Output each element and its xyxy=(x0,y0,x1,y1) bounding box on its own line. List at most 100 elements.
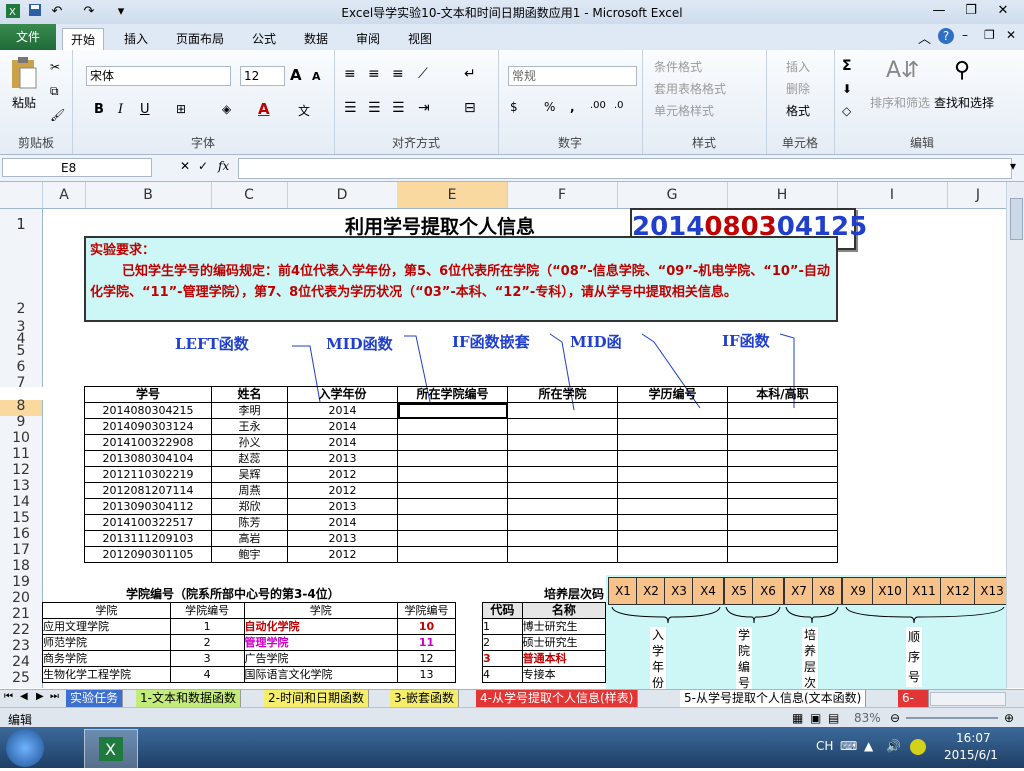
cell[interactable] xyxy=(397,466,508,483)
comma-button[interactable]: , xyxy=(570,100,575,114)
prev-sheet-icon[interactable]: ◀ xyxy=(20,691,28,702)
fill-icon[interactable]: ⬇ xyxy=(842,82,852,96)
binoculars-icon[interactable]: ⚲ xyxy=(954,58,970,83)
minimize-ribbon-icon[interactable]: ︿ xyxy=(918,28,931,47)
cell[interactable] xyxy=(397,498,508,515)
cell[interactable] xyxy=(617,530,728,547)
volume-icon[interactable]: 🔊 xyxy=(886,739,901,753)
percent-button[interactable]: % xyxy=(544,100,555,114)
cell-year[interactable]: 2012 xyxy=(287,546,398,563)
column-header[interactable]: B xyxy=(85,182,212,208)
column-header[interactable]: A xyxy=(43,182,86,208)
find-select-button[interactable]: 查找和选择 xyxy=(934,94,994,111)
font-color-button[interactable]: A xyxy=(258,100,270,118)
cell-year[interactable]: 2012 xyxy=(287,482,398,499)
bold-button[interactable]: B xyxy=(94,102,104,117)
cell[interactable] xyxy=(617,514,728,531)
column-header[interactable]: C xyxy=(211,182,288,208)
formula-input[interactable] xyxy=(238,158,1012,179)
font-name-select[interactable]: 宋体 xyxy=(86,66,231,86)
help-icon[interactable]: ? xyxy=(938,28,954,44)
cell-year[interactable]: 2014 xyxy=(287,402,398,419)
cell-year[interactable]: 2013 xyxy=(287,450,398,467)
number-format-select[interactable]: 常规 xyxy=(508,66,637,86)
row-header[interactable]: 1 xyxy=(0,209,43,239)
borders-icon[interactable]: ⊞ xyxy=(176,102,186,116)
cell-name[interactable]: 李明 xyxy=(211,402,288,419)
sheet-tab[interactable]: 3-嵌套函数 xyxy=(390,690,459,707)
cell-student-id[interactable]: 2013111209103 xyxy=(84,530,212,547)
align-middle-icon[interactable]: ≡ xyxy=(368,66,380,82)
cell-year[interactable]: 2012 xyxy=(287,466,398,483)
clock-time[interactable]: 16:07 xyxy=(956,731,991,745)
normal-view-icon[interactable]: ▦ xyxy=(792,711,803,725)
tab-home[interactable]: 开始 xyxy=(62,28,105,51)
cell[interactable] xyxy=(397,530,508,547)
workbook-minimize-icon[interactable]: – xyxy=(962,28,968,42)
cell[interactable] xyxy=(727,498,838,515)
column-header-selected[interactable]: E xyxy=(397,182,508,208)
close-button[interactable]: ✕ xyxy=(990,2,1016,20)
tray-expand-icon[interactable]: ▲ xyxy=(864,739,873,753)
cell-name[interactable]: 吴辉 xyxy=(211,466,288,483)
insert-cells-button[interactable]: 插入 xyxy=(786,58,810,75)
font-size-select[interactable]: 12 xyxy=(240,66,285,86)
delete-cells-button[interactable]: 删除 xyxy=(786,80,810,97)
cell[interactable] xyxy=(617,418,728,435)
merge-center-icon[interactable]: ⊟ xyxy=(464,100,476,116)
autosum-button[interactable]: Σ xyxy=(842,58,852,74)
decrease-decimal-icon[interactable]: .0 xyxy=(614,100,624,111)
cell[interactable] xyxy=(507,402,618,419)
first-sheet-icon[interactable]: ⏮ xyxy=(4,691,13,702)
cell[interactable] xyxy=(397,514,508,531)
align-center-icon[interactable]: ☰ xyxy=(368,100,381,116)
minimize-button[interactable]: — xyxy=(926,2,952,20)
cell-student-id[interactable]: 2013080304104 xyxy=(84,450,212,467)
page-break-view-icon[interactable]: ▤ xyxy=(828,711,839,725)
format-cells-button[interactable]: 格式 xyxy=(786,102,810,119)
clear-icon[interactable]: ◇ xyxy=(842,104,851,118)
start-button[interactable] xyxy=(6,729,44,767)
cell[interactable] xyxy=(727,466,838,483)
cell[interactable] xyxy=(397,482,508,499)
select-all-corner[interactable] xyxy=(0,182,43,208)
column-header[interactable]: G xyxy=(617,182,728,208)
wrap-text-icon[interactable]: ↵ xyxy=(464,66,476,82)
column-header[interactable]: J xyxy=(947,182,1010,208)
cell[interactable] xyxy=(617,498,728,515)
paste-button[interactable]: 粘贴 xyxy=(12,94,36,111)
row-header[interactable]: 25 xyxy=(0,671,43,688)
tab-data[interactable]: 数据 xyxy=(296,28,336,50)
name-box[interactable]: E8 xyxy=(2,158,152,177)
sort-filter-icon[interactable]: A⇵ xyxy=(886,58,919,83)
cell[interactable] xyxy=(507,482,618,499)
cell[interactable] xyxy=(727,450,838,467)
cell-name[interactable]: 王永 xyxy=(211,418,288,435)
cell[interactable] xyxy=(507,546,618,563)
cell[interactable] xyxy=(617,450,728,467)
cell[interactable] xyxy=(397,418,508,435)
cell-name[interactable]: 陈芳 xyxy=(211,514,288,531)
cell[interactable] xyxy=(507,450,618,467)
cell-name[interactable]: 赵蕊 xyxy=(211,450,288,467)
cell[interactable] xyxy=(617,402,728,419)
cell-name[interactable]: 郑欣 xyxy=(211,498,288,515)
italic-button[interactable]: I xyxy=(118,102,123,117)
align-bottom-icon[interactable]: ≡ xyxy=(392,66,404,82)
cell[interactable] xyxy=(617,546,728,563)
sheet-tab[interactable]: 2-时间和日期函数 xyxy=(264,690,369,707)
column-header[interactable]: F xyxy=(507,182,618,208)
cell-year[interactable]: 2014 xyxy=(287,514,398,531)
restore-button[interactable]: ❐ xyxy=(958,2,984,20)
tab-formulas[interactable]: 公式 xyxy=(244,28,284,50)
cell-student-id[interactable]: 2012081207114 xyxy=(84,482,212,499)
sheet-tab-active[interactable]: 5-从学号提取个人信息(文本函数) xyxy=(680,690,867,707)
cell-name[interactable]: 孙义 xyxy=(211,434,288,451)
next-sheet-icon[interactable]: ▶ xyxy=(36,691,44,702)
phonetic-icon[interactable]: 文 xyxy=(298,102,310,119)
tab-insert[interactable]: 插入 xyxy=(116,28,156,50)
cell-student-id[interactable]: 2012090301105 xyxy=(84,546,212,563)
cell-year[interactable]: 2014 xyxy=(287,434,398,451)
cell-name[interactable]: 周燕 xyxy=(211,482,288,499)
cell-year[interactable]: 2013 xyxy=(287,498,398,515)
